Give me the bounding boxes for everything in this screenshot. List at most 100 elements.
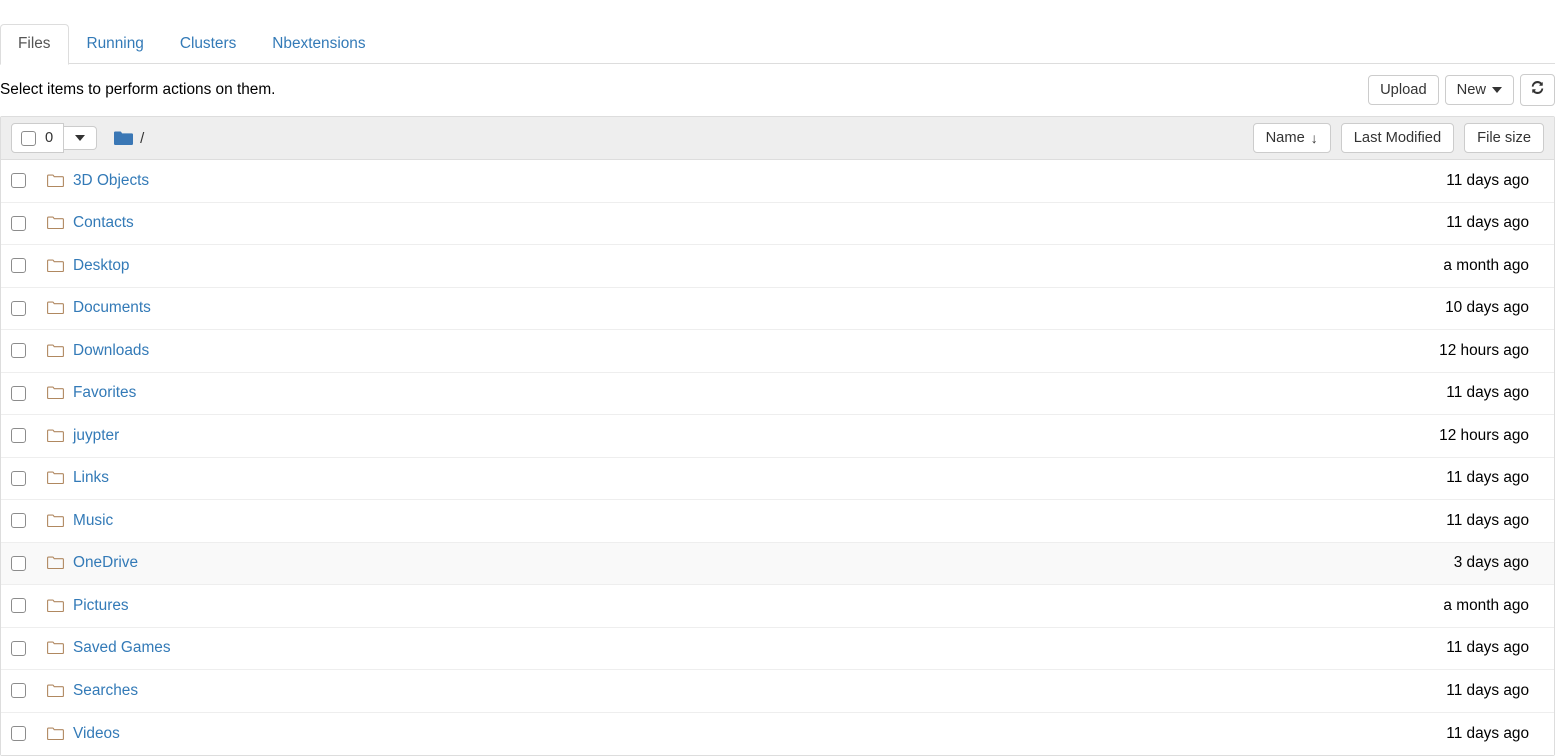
file-row-checkbox-cell [11,598,47,614]
file-name-link[interactable]: Downloads [73,341,149,361]
file-last-modified: 11 days ago [1446,639,1529,657]
file-row-checkbox[interactable] [11,683,26,699]
new-menu-button[interactable]: New [1444,75,1514,105]
file-row-left: Music [11,511,1446,531]
file-row-checkbox[interactable] [11,343,26,359]
file-row-left: OneDrive [11,553,1454,573]
file-row-checkbox-cell [11,726,47,742]
select-all-button[interactable]: 0 [11,123,65,153]
file-last-modified: 11 days ago [1446,384,1529,402]
file-name-link[interactable]: Desktop [73,256,129,276]
file-name-link[interactable]: Favorites [73,383,136,403]
file-row-checkbox[interactable] [11,258,26,274]
file-row-checkbox-cell [11,215,47,231]
file-row-checkbox[interactable] [11,555,26,571]
file-row[interactable]: OneDrive 3 days ago [1,542,1554,585]
file-row[interactable]: 3D Objects 11 days ago [1,160,1554,203]
action-bar: Select items to perform actions on them.… [0,64,1555,116]
file-row-right: 11 days ago [1446,171,1544,191]
file-row[interactable]: Downloads 12 hours ago [1,330,1554,373]
tab-clusters[interactable]: Clusters [162,24,254,65]
file-name-link[interactable]: Pictures [73,596,129,616]
file-row-right: a month ago [1443,596,1544,616]
file-row-checkbox[interactable] [11,598,26,614]
file-row[interactable]: Favorites 11 days ago [1,372,1554,415]
folder-icon [47,599,64,613]
tab-list: Files Running Clusters Nbextensions [0,24,1555,65]
file-list-toolbar-left: 0 / [11,123,1253,153]
folder-icon[interactable] [114,131,134,146]
file-row-checkbox-cell [11,640,47,656]
file-name-link[interactable]: Music [73,511,113,531]
file-row-checkbox[interactable] [11,513,26,529]
file-row-left: Videos [11,724,1446,744]
tab-files[interactable]: Files [0,24,69,65]
file-name-link[interactable]: Documents [73,298,151,318]
file-row[interactable]: Links 11 days ago [1,457,1554,500]
upload-button[interactable]: Upload [1368,75,1439,105]
breadcrumb-root-link[interactable]: / [140,130,144,147]
file-row-checkbox[interactable] [11,470,26,486]
file-name-link[interactable]: Links [73,468,109,488]
selection-dropdown-button[interactable] [64,126,98,150]
file-last-modified: 12 hours ago [1439,341,1529,359]
file-row-checkbox[interactable] [11,726,26,742]
file-row[interactable]: juypter 12 hours ago [1,415,1554,458]
file-row[interactable]: Searches 11 days ago [1,670,1554,713]
file-row-checkbox[interactable] [11,385,26,401]
sort-by-name-button[interactable]: Name ↓ [1252,123,1331,153]
file-row-right: 3 days ago [1454,553,1544,573]
file-row[interactable]: Saved Games 11 days ago [1,627,1554,670]
folder-icon [47,386,64,400]
file-row[interactable]: Desktop a month ago [1,245,1554,288]
sort-by-file-size-button[interactable]: File size [1464,123,1544,153]
file-row-checkbox[interactable] [11,640,26,656]
file-row[interactable]: Music 11 days ago [1,500,1554,543]
file-name-link[interactable]: Searches [73,681,138,701]
upload-button-label: Upload [1380,82,1427,98]
file-row-checkbox-cell [11,258,47,274]
file-row-checkbox-cell [11,513,47,529]
file-row-right: 11 days ago [1446,681,1544,701]
select-all-button-group: 0 [11,123,98,153]
file-name-link[interactable]: 3D Objects [73,171,149,191]
file-row-checkbox[interactable] [11,173,26,189]
folder-icon [47,174,64,188]
file-name-link[interactable]: Videos [73,724,120,744]
file-row-right: 11 days ago [1446,383,1544,403]
file-row[interactable]: Pictures a month ago [1,585,1554,628]
file-row-checkbox[interactable] [11,215,26,231]
tab-running[interactable]: Running [69,24,162,65]
file-row-left: Downloads [11,341,1439,361]
file-last-modified: 12 hours ago [1439,426,1529,444]
file-name-link[interactable]: OneDrive [73,553,138,573]
page-viewport: Files Running Clusters Nbextensions Select … [0,0,1555,756]
file-last-modified: 11 days ago [1446,214,1529,232]
folder-icon [47,429,64,443]
file-row[interactable]: Videos 11 days ago [1,712,1554,755]
file-row-left: Desktop [11,256,1443,276]
refresh-icon [1530,80,1545,100]
new-menu-button-label: New [1456,82,1486,98]
file-last-modified: a month ago [1443,256,1529,274]
file-row[interactable]: Contacts 11 days ago [1,202,1554,245]
file-row-right: 11 days ago [1446,724,1544,744]
file-last-modified: 3 days ago [1453,554,1529,572]
refresh-button[interactable] [1520,74,1555,106]
selected-count-label: 0 [45,130,54,146]
sort-by-last-modified-label: Last Modified [1353,130,1442,146]
file-row-right: 12 hours ago [1439,341,1544,361]
file-name-link[interactable]: Saved Games [73,638,171,658]
select-all-checkbox[interactable] [21,130,36,146]
tab-nbextensions[interactable]: Nbextensions [254,24,383,65]
folder-icon [47,344,64,358]
folder-icon [47,216,64,230]
file-row-checkbox[interactable] [11,428,26,444]
file-row[interactable]: Documents 10 days ago [1,287,1554,330]
sort-by-last-modified-button[interactable]: Last Modified [1340,123,1455,153]
file-row-checkbox[interactable] [11,300,26,316]
file-list-sort-controls: Name ↓ Last Modified File size [1252,123,1544,153]
file-name-link[interactable]: Contacts [73,213,134,233]
file-row-checkbox-cell [11,428,47,444]
file-name-link[interactable]: juypter [73,426,119,446]
